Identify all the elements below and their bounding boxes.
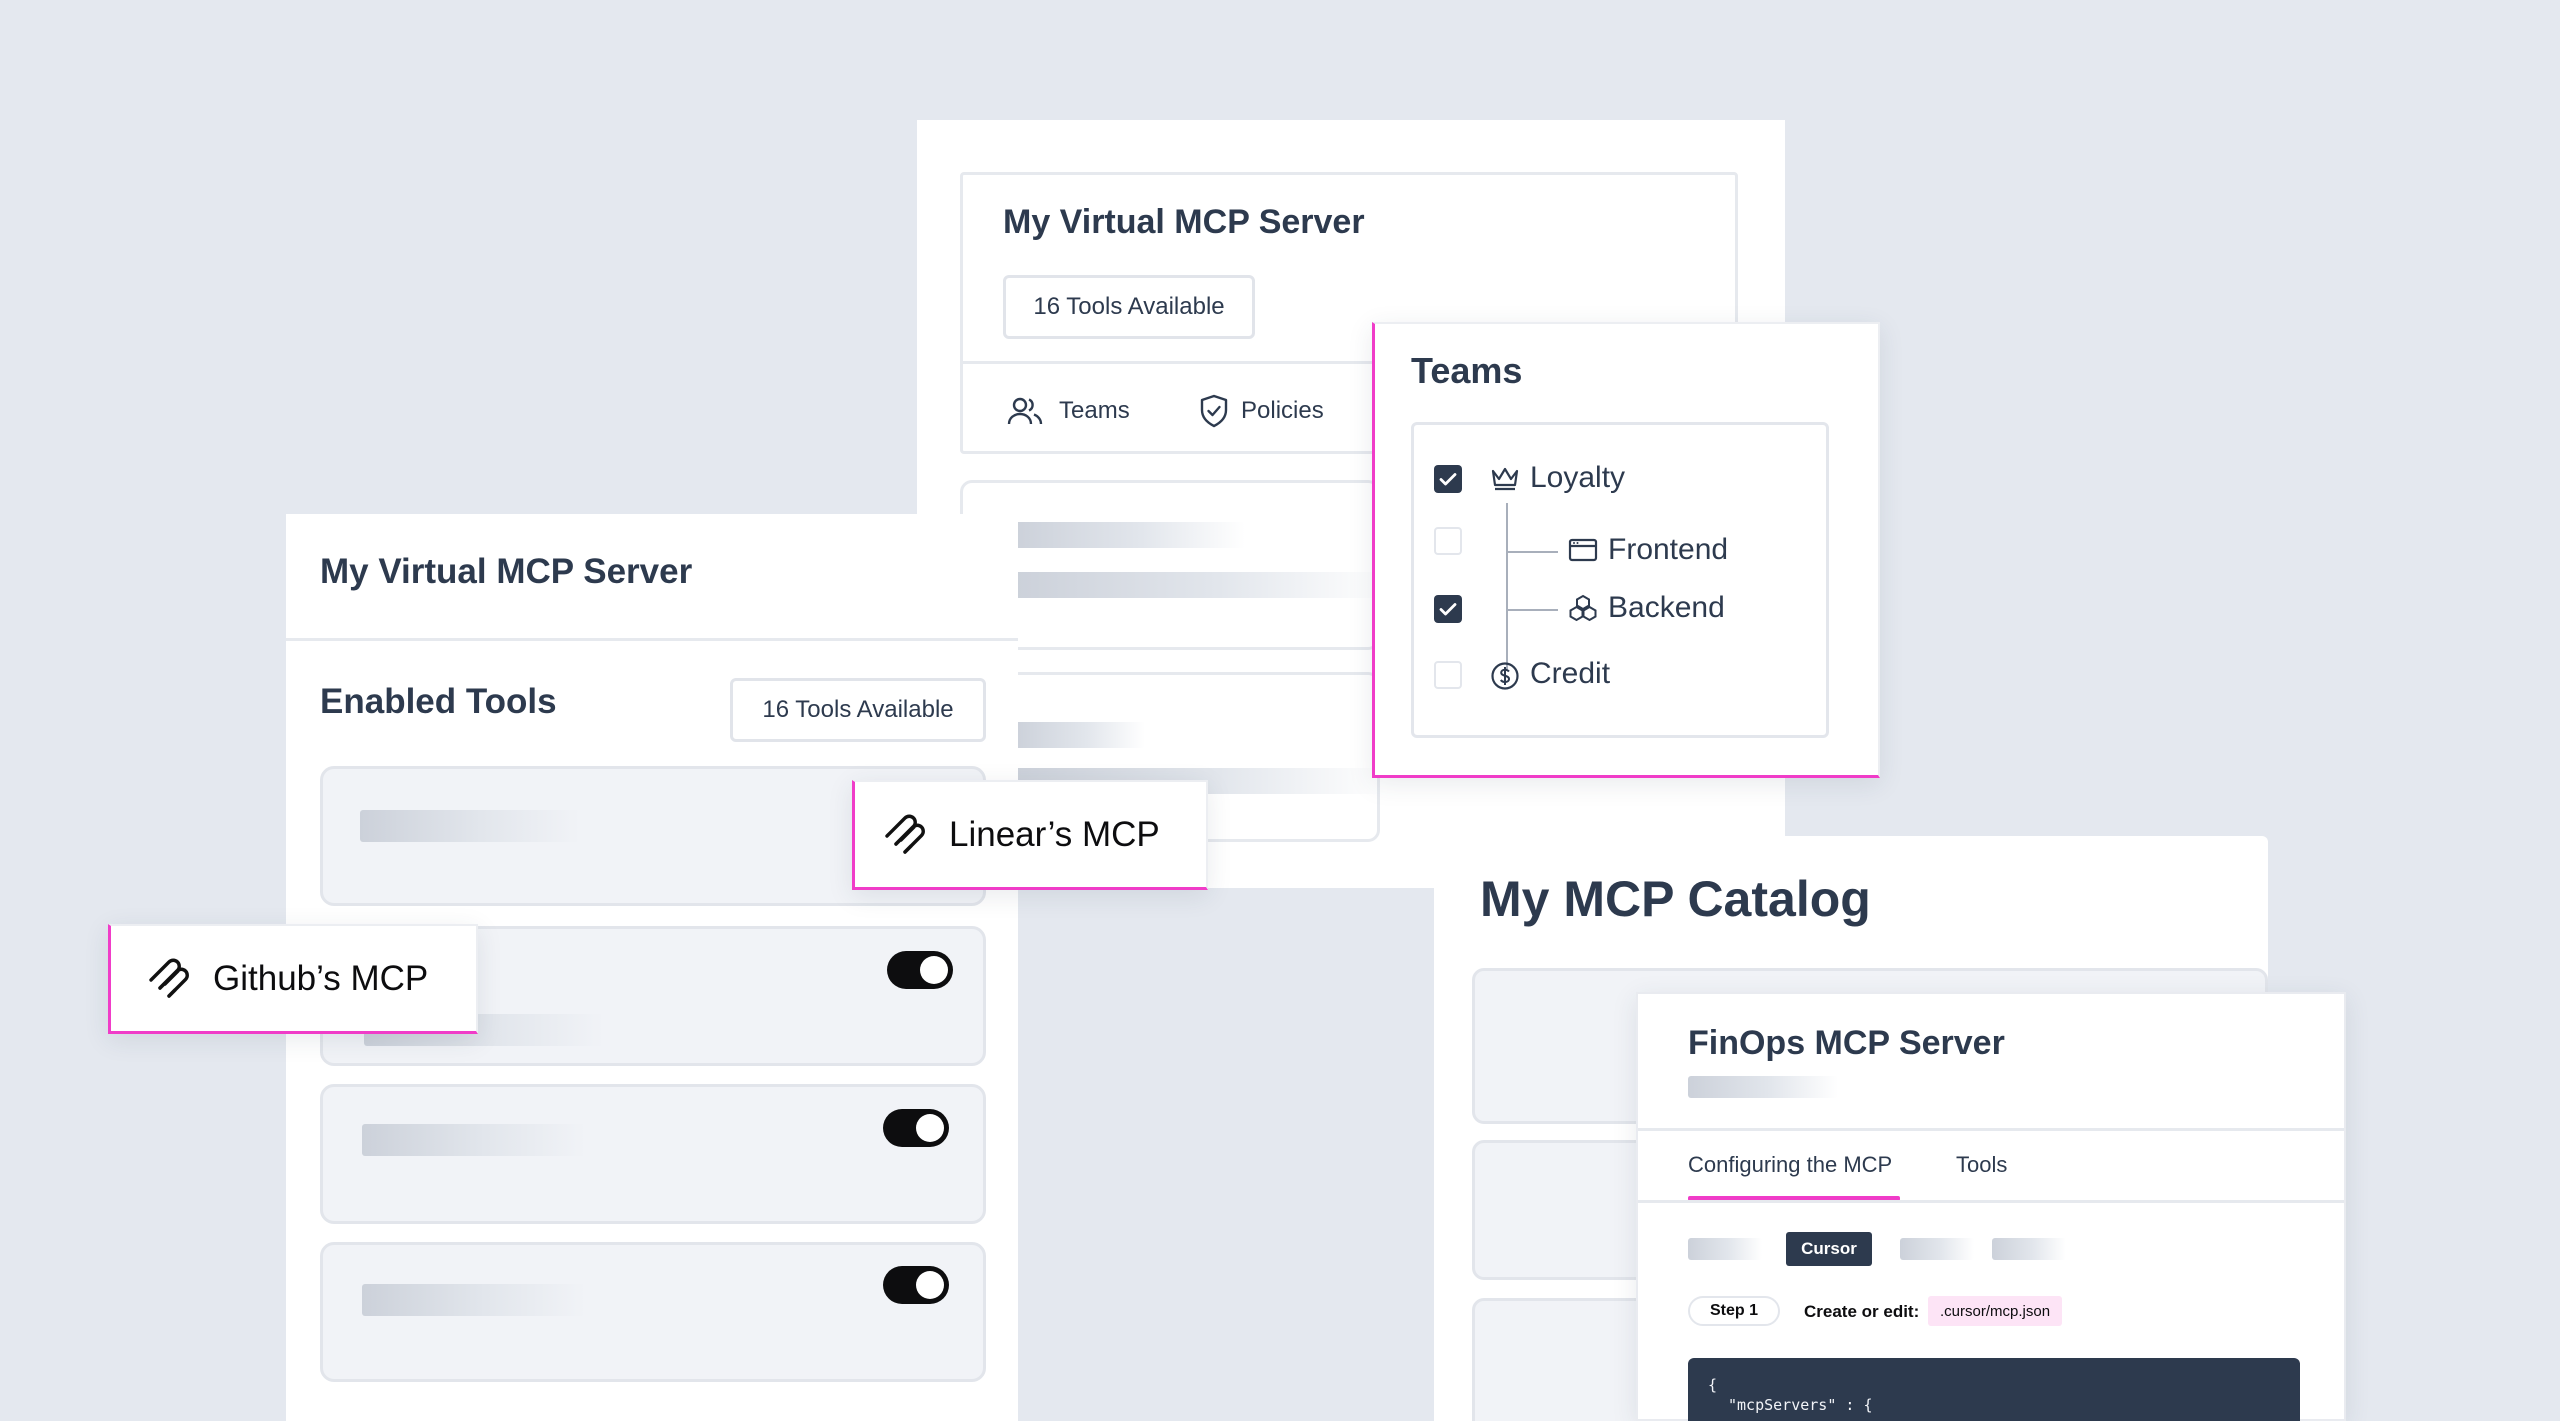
left-tools-pill: 16 Tools Available — [730, 678, 986, 742]
tool-toggle-2[interactable] — [883, 1109, 949, 1147]
teams-title: Teams — [1411, 350, 1523, 391]
tree-line — [1508, 551, 1558, 553]
left-divider — [286, 638, 1018, 641]
back-server-title: My Virtual MCP Server — [1003, 203, 1365, 241]
skeleton-line — [362, 1124, 586, 1156]
tree-line — [1506, 503, 1508, 669]
checkbox-frontend[interactable] — [1434, 527, 1462, 555]
skeleton-line — [360, 810, 580, 842]
checkbox-credit[interactable] — [1434, 661, 1462, 689]
tool-toggle-1[interactable] — [887, 951, 953, 989]
client-option-skeleton[interactable] — [1688, 1238, 1762, 1260]
enabled-tools-heading: Enabled Tools — [320, 682, 557, 721]
dollar-circle-icon — [1490, 661, 1520, 691]
finops-title: FinOps MCP Server — [1688, 1024, 2005, 1062]
checkbox-loyalty[interactable] — [1434, 465, 1462, 493]
code-line: { — [1708, 1376, 1718, 1394]
skeleton-line — [362, 1284, 586, 1316]
tab-tools[interactable]: Tools — [1956, 1152, 2007, 1178]
back-skeleton-line — [1015, 522, 1245, 548]
teams-tree-box: Loyalty Frontend Backend Credit — [1411, 422, 1829, 738]
step-instruction: Create or edit: — [1804, 1302, 1920, 1321]
shield-icon — [1199, 394, 1229, 428]
team-label-frontend: Frontend — [1608, 533, 1729, 566]
linear-mcp-badge[interactable]: Linear’s MCP — [852, 780, 1208, 890]
tool-toggle-3[interactable] — [883, 1266, 949, 1304]
finops-divider — [1638, 1200, 2344, 1203]
team-label-loyalty: Loyalty — [1530, 461, 1626, 494]
tab-teams[interactable]: Teams — [1007, 389, 1130, 433]
tab-policies[interactable]: Policies — [1199, 389, 1324, 433]
back-tools-pill: 16 Tools Available — [1003, 275, 1255, 339]
file-path-chip: .cursor/mcp.json — [1928, 1296, 2063, 1326]
browser-window-icon — [1568, 537, 1598, 563]
finops-subtitle-skeleton — [1688, 1076, 1838, 1098]
client-option-cursor[interactable]: Cursor — [1786, 1232, 1872, 1266]
tab-policies-label: Policies — [1241, 397, 1324, 424]
mcp-logo-icon — [147, 956, 193, 1002]
client-option-skeleton[interactable] — [1992, 1238, 2066, 1260]
crown-icon — [1490, 465, 1520, 491]
cubes-icon — [1568, 593, 1598, 623]
github-mcp-label: Github’s MCP — [213, 958, 429, 998]
back-skeleton-line — [1015, 572, 1385, 598]
code-block: { "mcpServers" : { — [1688, 1358, 2300, 1421]
github-mcp-badge[interactable]: Github’s MCP — [108, 924, 478, 1034]
checkbox-backend[interactable] — [1434, 595, 1462, 623]
client-option-skeleton[interactable] — [1900, 1238, 1974, 1260]
linear-mcp-label: Linear’s MCP — [949, 814, 1160, 854]
team-label-backend: Backend — [1608, 591, 1725, 624]
team-label-credit: Credit — [1530, 657, 1611, 690]
code-line: "mcpServers" : { — [1728, 1396, 1873, 1414]
finops-divider — [1638, 1128, 2344, 1131]
mcp-logo-icon — [883, 812, 929, 858]
step-badge: Step 1 — [1688, 1296, 1780, 1326]
catalog-title: My MCP Catalog — [1480, 871, 1871, 927]
tree-line — [1508, 609, 1558, 611]
tab-teams-label: Teams — [1059, 397, 1130, 424]
users-icon — [1007, 396, 1043, 426]
left-server-title: My Virtual MCP Server — [320, 552, 693, 591]
back-tile-1 — [960, 480, 1380, 650]
teams-card: Teams Loyalty Frontend Backend Credit — [1372, 322, 1880, 778]
back-skeleton-line — [1015, 722, 1145, 748]
tab-configuring-mcp[interactable]: Configuring the MCP — [1688, 1152, 1892, 1178]
finops-server-card: FinOps MCP Server Configuring the MCP To… — [1636, 992, 2346, 1421]
